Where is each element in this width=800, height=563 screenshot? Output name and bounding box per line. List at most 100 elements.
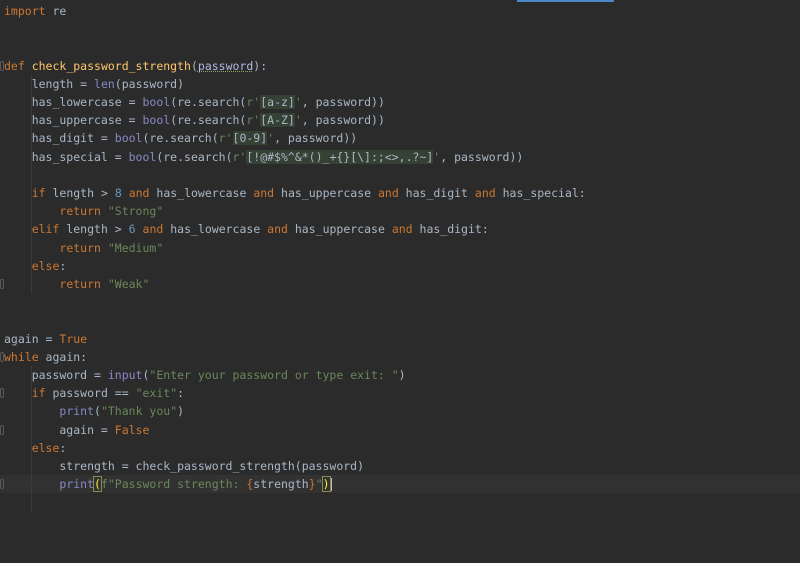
code-token: "Thank you" — [100, 404, 178, 419]
text-caret — [330, 478, 332, 492]
code-token: bool — [114, 131, 143, 146]
code-token: len — [94, 76, 115, 91]
code-token: return — [59, 240, 101, 255]
code-token: again: — [38, 349, 88, 364]
code-token: f"Password strength: — [100, 477, 247, 492]
fold-marker-icon[interactable] — [0, 479, 4, 490]
code-token: r' — [246, 95, 261, 109]
code-token: } — [308, 477, 316, 492]
code-line[interactable]: else: — [4, 439, 67, 457]
code-line[interactable]: else: — [4, 257, 67, 275]
code-line[interactable]: again = True — [4, 330, 87, 348]
code-token: check_password_strength — [31, 58, 191, 73]
code-token: return — [59, 204, 101, 219]
code-token: [A-Z] — [260, 113, 295, 128]
code-token: ) — [398, 368, 406, 382]
code-token: and — [474, 186, 496, 200]
code-token: if — [31, 186, 46, 200]
code-token: "exit" — [135, 386, 178, 401]
code-token: length > — [59, 222, 129, 237]
code-token: "Weak" — [100, 277, 150, 291]
code-token: has_lowercase — [149, 186, 254, 200]
indent-guide — [31, 74, 32, 294]
code-token: has_special = — [4, 149, 129, 164]
code-token: print — [59, 477, 95, 492]
code-token: strength — [253, 477, 309, 492]
code-token: ' — [294, 113, 302, 128]
code-token: (re.search( — [156, 149, 233, 164]
code-token: else — [31, 258, 60, 273]
code-token: and — [377, 186, 399, 200]
code-token: (password) — [114, 76, 185, 91]
code-line[interactable]: return "Strong" — [4, 202, 163, 220]
code-line[interactable]: elif length > 6 and has_lowercase and ha… — [4, 220, 489, 238]
code-line[interactable]: has_uppercase = bool(re.search(r'[A-Z]',… — [4, 111, 385, 129]
code-line[interactable]: strength = check_password_strength(passw… — [4, 457, 364, 475]
code-line[interactable]: password = input("Enter your password or… — [4, 366, 406, 384]
code-token: length = — [4, 76, 95, 91]
code-token: has_digit — [398, 186, 475, 200]
code-line[interactable]: has_lowercase = bool(re.search(r'[a-z]',… — [4, 93, 385, 111]
code-token: : — [177, 386, 185, 401]
code-token: " — [315, 477, 323, 492]
code-token: ): — [253, 58, 268, 73]
code-token: bool — [142, 113, 171, 128]
code-token: has_uppercase = — [4, 113, 143, 128]
code-token: 8 — [114, 186, 122, 200]
code-token: has_special: — [495, 186, 586, 200]
code-token: ( — [93, 476, 102, 493]
code-token: and — [391, 222, 413, 237]
code-token: ) — [177, 404, 185, 419]
code-line-current[interactable]: print(f"Password strength: {strength}") — [0, 475, 800, 494]
code-token: has_uppercase — [274, 186, 378, 200]
code-line[interactable]: if length > 8 and has_lowercase and has_… — [4, 184, 586, 202]
code-line[interactable]: return "Weak" — [4, 275, 149, 293]
code-token: password = — [4, 368, 108, 382]
code-token: has_uppercase — [287, 222, 392, 237]
code-token: and — [142, 222, 164, 237]
code-line[interactable]: again = False — [4, 421, 149, 439]
code-token: r' — [218, 131, 233, 146]
code-token: (re.search( — [142, 131, 219, 146]
code-token: if — [31, 386, 46, 401]
code-line[interactable]: def check_password_strength(password): — [4, 57, 267, 75]
fold-marker-icon[interactable] — [0, 388, 4, 399]
code-token: strength = check_password_strength(passw… — [4, 459, 365, 473]
code-token: length > — [45, 186, 115, 200]
code-token: password — [197, 58, 254, 73]
code-token: : — [59, 440, 67, 455]
code-token: input — [107, 368, 143, 382]
code-line[interactable]: has_digit = bool(re.search(r'[0-9]', pas… — [4, 129, 357, 147]
fold-marker-icon[interactable] — [0, 351, 4, 362]
code-line[interactable]: has_special = bool(re.search(r'[!@#$%^&*… — [4, 148, 523, 166]
code-token: and — [267, 222, 288, 237]
code-token: has_digit = — [4, 131, 115, 146]
code-line[interactable]: import re — [4, 2, 66, 20]
fold-marker-icon[interactable] — [0, 60, 4, 71]
code-token: return — [59, 277, 101, 291]
code-token: print — [59, 404, 95, 419]
code-token: while — [4, 349, 39, 364]
code-token: bool — [128, 149, 157, 164]
indent-guide — [31, 366, 32, 512]
code-editor[interactable]: import re def check_password_strength(pas… — [0, 0, 800, 563]
fold-marker-icon[interactable] — [0, 424, 4, 435]
code-line[interactable]: return "Medium" — [4, 239, 163, 257]
code-line[interactable]: while again: — [4, 348, 87, 366]
code-token: password == — [45, 386, 136, 401]
code-token: r' — [246, 113, 261, 128]
code-token: "Medium" — [100, 240, 164, 255]
code-token: "Strong" — [100, 204, 164, 219]
code-token: and — [253, 186, 275, 200]
fold-marker-icon[interactable] — [0, 279, 4, 289]
code-token: has_digit: — [412, 222, 489, 237]
code-token: 6 — [128, 222, 136, 237]
code-token: bool — [142, 95, 171, 109]
code-token: : — [59, 258, 67, 273]
